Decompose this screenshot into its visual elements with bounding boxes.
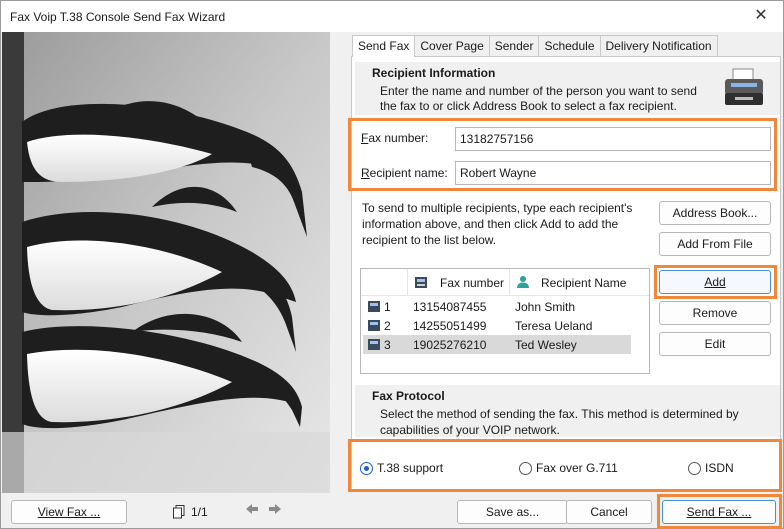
- recipient-name-column-header[interactable]: Recipient Name: [541, 276, 626, 290]
- fax-number-label: Fax number:: [361, 131, 429, 145]
- tab-strip: Send Fax Cover Page Sender Schedule Deli…: [352, 35, 718, 57]
- page-indicator: 1/1: [173, 505, 208, 519]
- add-button[interactable]: Add: [659, 270, 771, 294]
- t38-support-radio[interactable]: [360, 461, 373, 475]
- window-title: Fax Voip T.38 Console Send Fax Wizard: [10, 10, 226, 24]
- row-recipient-name: John Smith: [515, 300, 576, 314]
- remove-button[interactable]: Remove: [659, 301, 771, 325]
- recipient-info-description-line1: Enter the name and number of the person …: [380, 84, 697, 98]
- save-as-button[interactable]: Save as...: [457, 500, 568, 524]
- fax-over-g711-radio[interactable]: [519, 461, 532, 475]
- recipient-info-description-line2: the fax to or click Address Book to sele…: [380, 99, 677, 113]
- recipient-info-heading: Recipient Information: [372, 66, 496, 80]
- page-count: 1/1: [191, 505, 208, 519]
- fax-protocol-heading: Fax Protocol: [372, 389, 445, 403]
- recipient-name-label: Recipient name:: [361, 166, 448, 180]
- person-column-icon: [517, 276, 529, 288]
- address-book-button[interactable]: Address Book...: [659, 201, 771, 225]
- fax-over-g711-option[interactable]: Fax over G.711: [519, 461, 618, 475]
- send-fax-wizard-window: Fax Voip T.38 Console Send Fax Wizard ✕: [0, 0, 784, 529]
- row-fax-number: 13154087455: [413, 300, 487, 314]
- multi-recipient-help-line3: recipient to the list below.: [362, 233, 497, 247]
- fax-number-column-header[interactable]: Fax number: [440, 276, 504, 290]
- isdn-option[interactable]: ISDN: [688, 461, 734, 475]
- multi-recipient-help-line1: To send to multiple recipients, type eac…: [362, 201, 633, 215]
- isdn-radio[interactable]: [688, 461, 701, 475]
- add-from-file-button[interactable]: Add From File: [659, 232, 771, 256]
- row-index: 2: [384, 319, 391, 333]
- row-index: 1: [384, 300, 391, 314]
- fax-number-input[interactable]: [455, 127, 771, 151]
- t38-support-label: T.38 support: [377, 461, 444, 475]
- fax-column-icon: [415, 277, 427, 288]
- row-fax-number: 19025276210: [413, 338, 487, 352]
- next-page-icon[interactable]: [268, 503, 282, 515]
- fax-protocol-description-line2: capabilities of your VOIP network.: [380, 423, 560, 437]
- recipient-name-input[interactable]: [455, 161, 771, 185]
- fax-row-icon: [368, 301, 380, 312]
- recipient-row[interactable]: 2 14255051499 Teresa Ueland: [361, 316, 649, 335]
- row-index: 3: [384, 338, 391, 352]
- close-button[interactable]: ✕: [749, 5, 773, 27]
- fax-row-icon: [368, 339, 380, 350]
- fax-over-g711-label: Fax over G.711: [536, 461, 618, 475]
- title-bar: Fax Voip T.38 Console Send Fax Wizard ✕: [1, 1, 783, 32]
- previous-page-icon[interactable]: [245, 503, 259, 515]
- edit-button[interactable]: Edit: [659, 332, 771, 356]
- multi-recipient-help-line2: information above, and then click Add to…: [362, 217, 619, 231]
- send-fax-button[interactable]: Send Fax ...: [662, 500, 776, 524]
- fax-machine-icon: [725, 68, 763, 105]
- row-recipient-name: Teresa Ueland: [515, 319, 593, 333]
- pages-icon: [173, 505, 185, 519]
- tab-send-fax[interactable]: Send Fax: [352, 35, 416, 57]
- tab-sender[interactable]: Sender: [488, 35, 540, 56]
- view-fax-button[interactable]: View Fax ...: [11, 500, 127, 524]
- tab-schedule[interactable]: Schedule: [538, 35, 601, 56]
- isdn-label: ISDN: [705, 461, 734, 475]
- recipients-list[interactable]: Fax number Recipient Name 1 13154087455 …: [360, 268, 650, 374]
- fax-preview-image: [2, 32, 330, 493]
- recipient-row-selected[interactable]: 3 19025276210 Ted Wesley: [363, 335, 631, 354]
- t38-support-option[interactable]: T.38 support: [360, 461, 443, 475]
- row-fax-number: 14255051499: [413, 319, 487, 333]
- tab-delivery-notification[interactable]: Delivery Notification: [599, 35, 718, 56]
- fax-row-icon: [368, 320, 380, 331]
- row-recipient-name: Ted Wesley: [515, 338, 577, 352]
- recipients-list-header: Fax number Recipient Name: [361, 269, 649, 296]
- tab-cover-page[interactable]: Cover Page: [414, 35, 490, 56]
- fax-protocol-description-line1: Select the method of sending the fax. Th…: [380, 407, 739, 421]
- cancel-button[interactable]: Cancel: [566, 500, 652, 524]
- recipient-row[interactable]: 1 13154087455 John Smith: [361, 297, 649, 316]
